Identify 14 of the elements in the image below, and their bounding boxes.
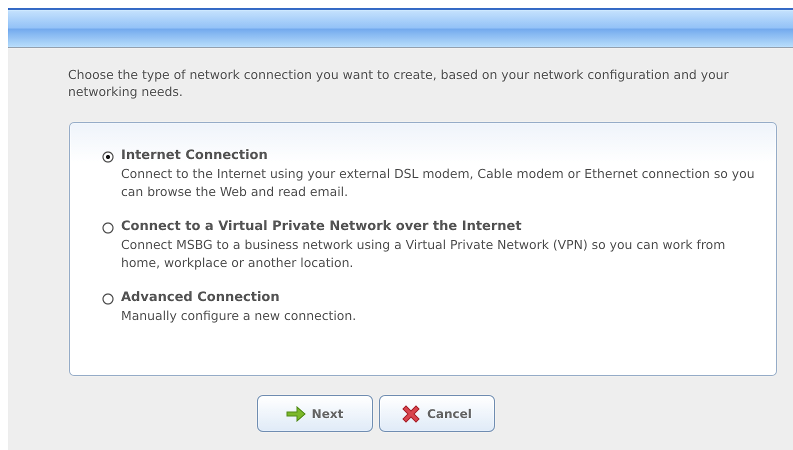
instruction-text: Choose the type of network connection you want to create, based on your network configuration and your networking needs. xyxy=(68,66,730,100)
option-title[interactable]: Connect to a Virtual Private Network over the Internet xyxy=(121,218,756,236)
arrow-icon xyxy=(286,406,306,422)
cross-icon xyxy=(401,404,422,424)
option-description: Manually configure a new connection. xyxy=(121,307,356,325)
option-description: Connect MSBG to a business network using a Virtual Private Network (VPN) so you can work from home, workplace or another location. xyxy=(121,236,726,272)
radio-button[interactable] xyxy=(102,293,114,305)
option-title[interactable]: Advanced Connection xyxy=(121,289,356,307)
cancel-button[interactable]: Cancel xyxy=(378,395,494,432)
radio-button[interactable] xyxy=(102,222,114,234)
option-description: Connect to the Internet using your external DSL modem, Cable modem or Ethernet connection so you can browse the Web and read email. xyxy=(121,165,756,201)
radio-button[interactable] xyxy=(102,151,114,163)
next-button[interactable]: Next xyxy=(256,395,372,432)
option-title[interactable]: Internet Connection xyxy=(121,147,756,165)
